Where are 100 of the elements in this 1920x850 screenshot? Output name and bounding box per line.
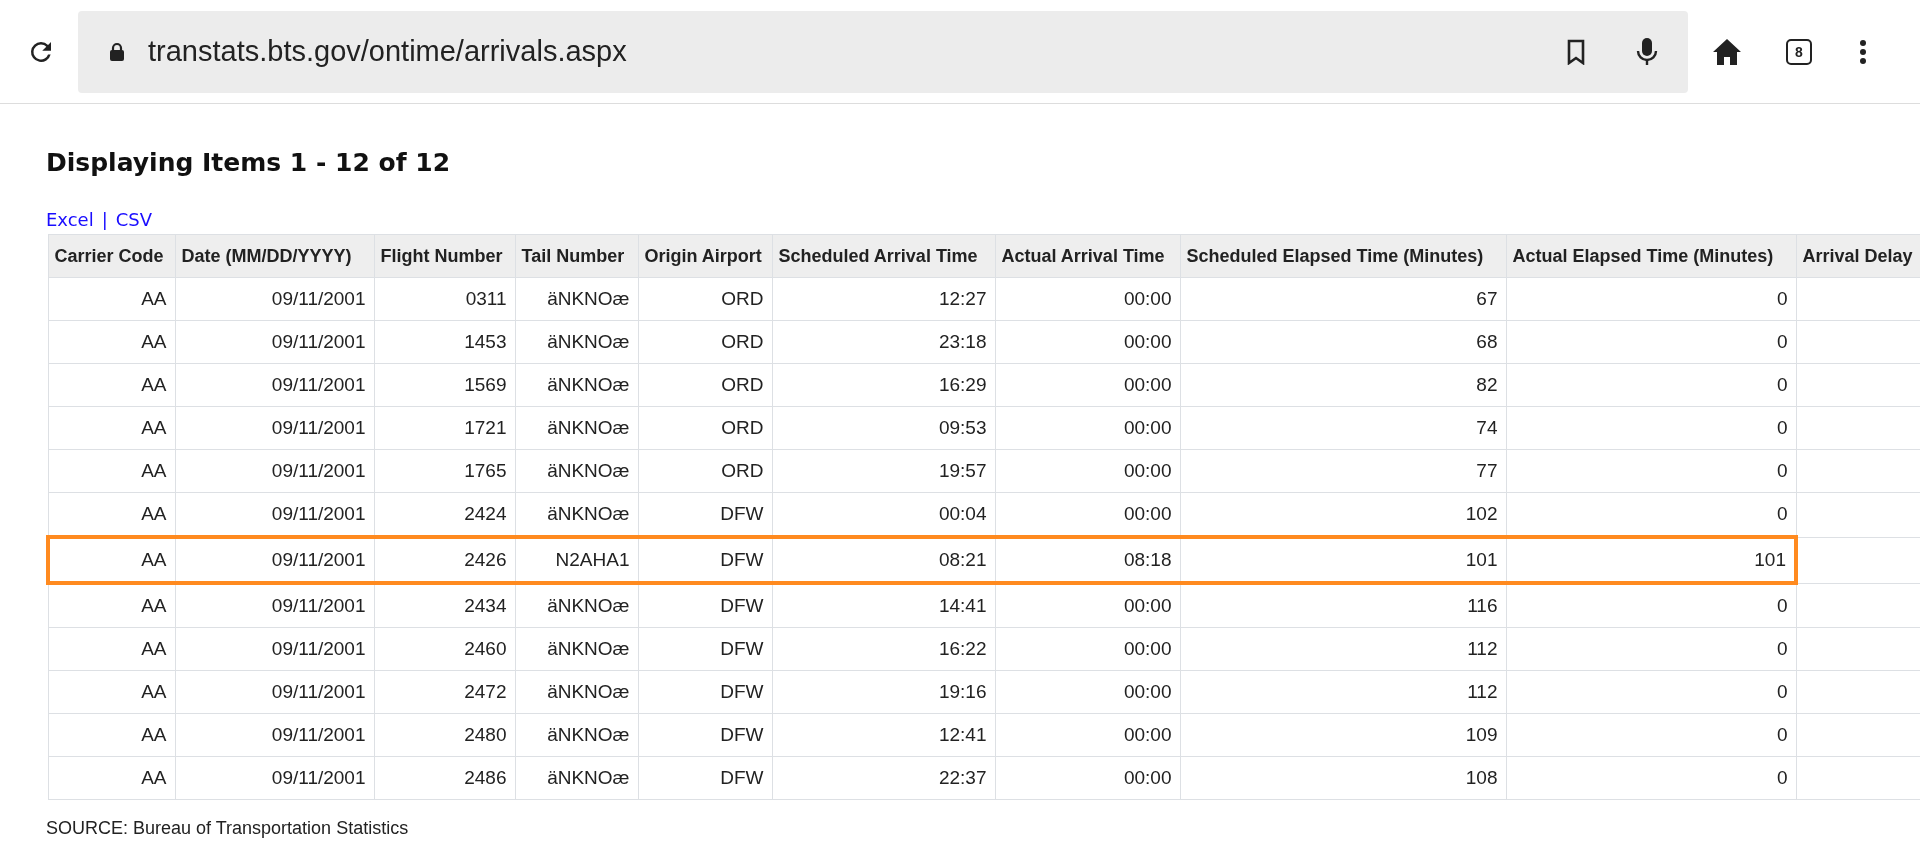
table-cell: 1453 [374, 320, 515, 364]
table-cell: 109 [1180, 713, 1506, 757]
table-cell: 00:00 [995, 320, 1180, 364]
table-cell: AA [48, 670, 175, 714]
table-cell: 0 [1506, 363, 1796, 407]
table-cell: 09/11/2001 [175, 537, 374, 583]
table-cell: ORD [638, 320, 772, 364]
address-bar[interactable]: transtats.bts.gov/ontime/arrivals.aspx [78, 10, 1688, 93]
excel-link[interactable]: Excel [46, 209, 94, 230]
table-cell: AA [48, 583, 175, 628]
column-header: Actual Elapsed Time (Minutes) [1506, 234, 1796, 278]
lock-icon [108, 41, 126, 62]
table-cell: DFW [638, 583, 772, 628]
table-cell: 1721 [374, 406, 515, 450]
table-cell: 2472 [374, 670, 515, 714]
table-cell: 1569 [374, 363, 515, 407]
table-cell: 2486 [374, 756, 515, 800]
more-menu-icon[interactable] [1859, 38, 1867, 65]
table-cell: 0 [1506, 406, 1796, 450]
table-cell: 0 [1506, 670, 1796, 714]
table-cell: ORD [638, 277, 772, 321]
tab-count-button[interactable]: 8 [1786, 38, 1812, 65]
table-cell: AA [48, 756, 175, 800]
table-cell: 74 [1180, 406, 1506, 450]
link-separator: | [101, 209, 108, 230]
table-cell: DFW [638, 670, 772, 714]
table-cell: DFW [638, 713, 772, 757]
table-cell: 00:00 [995, 277, 1180, 321]
table-cell: 00:00 [995, 363, 1180, 407]
table-cell: äNKNOæ [515, 627, 638, 671]
column-header: Arrival Delay [1796, 234, 1920, 278]
table-cell: 12:27 [772, 277, 995, 321]
table-cell: 108 [1180, 756, 1506, 800]
column-header: Scheduled Arrival Time [772, 234, 995, 278]
csv-link[interactable]: CSV [115, 209, 153, 230]
table-cell: 16:29 [772, 363, 995, 407]
table-cell: 19:16 [772, 670, 995, 714]
table-cell: 2460 [374, 627, 515, 671]
microphone-icon[interactable] [1636, 36, 1658, 67]
column-header: Date (MM/DD/YYYY) [175, 234, 374, 278]
table-cell: 09/11/2001 [175, 583, 374, 628]
table-cell: 08:18 [995, 537, 1180, 583]
table-cell: AA [48, 492, 175, 537]
table-cell: AA [48, 277, 175, 321]
column-header: Flight Number [374, 234, 515, 278]
page-title: Displaying Items 1 - 12 of 12 [46, 148, 452, 177]
table-cell: 0 [1506, 277, 1796, 321]
table-cell: 77 [1180, 449, 1506, 493]
table-cell: DFW [638, 627, 772, 671]
column-header: Tail Number [515, 234, 638, 278]
table-cell: AA [48, 449, 175, 493]
table-cell: 82 [1180, 363, 1506, 407]
table-cell: äNKNOæ [515, 363, 638, 407]
table-cell: 0 [1506, 713, 1796, 757]
table-cell: AA [48, 363, 175, 407]
table-cell: äNKNOæ [515, 670, 638, 714]
table-cell: 00:00 [995, 449, 1180, 493]
table-cell: 00:00 [995, 583, 1180, 628]
table-cell: AA [48, 406, 175, 450]
table-cell: AA [48, 320, 175, 364]
table-cell: 09/11/2001 [175, 756, 374, 800]
table-cell: N2AHA1 [515, 537, 638, 583]
table-cell: 00:00 [995, 756, 1180, 800]
table-cell: 09/11/2001 [175, 363, 374, 407]
table-cell: 23:18 [772, 320, 995, 364]
table-cell: 101 [1180, 537, 1506, 583]
column-header: Actual Arrival Time [995, 234, 1180, 278]
url-text: transtats.bts.gov/ontime/arrivals.aspx [148, 35, 627, 68]
table-cell: 09/11/2001 [175, 277, 374, 321]
table-cell: 0 [1506, 583, 1796, 628]
table-cell: 2426 [374, 537, 515, 583]
table-cell: 09/11/2001 [175, 627, 374, 671]
table-cell: 101 [1506, 537, 1796, 583]
table-cell: 0 [1506, 320, 1796, 364]
table-cell: 0 [1506, 449, 1796, 493]
column-header: Carrier Code [48, 234, 175, 278]
table-cell: DFW [638, 537, 772, 583]
table-cell: 67 [1180, 277, 1506, 321]
table-cell: äNKNOæ [515, 449, 638, 493]
home-icon[interactable] [1712, 37, 1742, 66]
table-cell: ORD [638, 449, 772, 493]
table-cell: 09/11/2001 [175, 406, 374, 450]
table-cell: äNKNOæ [515, 756, 638, 800]
table-cell: 08:21 [772, 537, 995, 583]
source-note: SOURCE: Bureau of Transportation Statistics [46, 818, 410, 839]
table-cell: 2480 [374, 713, 515, 757]
table-cell: 68 [1180, 320, 1506, 364]
table-cell: 1765 [374, 449, 515, 493]
table-cell: 09/11/2001 [175, 713, 374, 757]
table-cell: DFW [638, 756, 772, 800]
table-cell: 14:41 [772, 583, 995, 628]
table-cell: ORD [638, 406, 772, 450]
table-cell: 116 [1180, 583, 1506, 628]
column-header: Scheduled Elapsed Time (Minutes) [1180, 234, 1506, 278]
table-cell: 2434 [374, 583, 515, 628]
table-cell: 12:41 [772, 713, 995, 757]
table-cell: 0 [1506, 756, 1796, 800]
table-cell: 00:00 [995, 713, 1180, 757]
table-cell: AA [48, 537, 175, 583]
bookmark-icon[interactable] [1566, 38, 1586, 65]
